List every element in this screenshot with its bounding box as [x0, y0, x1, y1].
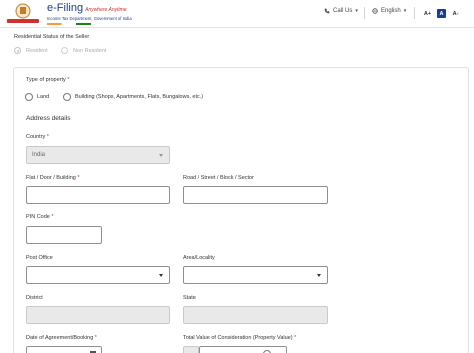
district-input: [26, 306, 170, 324]
area-locality-label: Area/Locality: [183, 255, 215, 261]
resident-radio: [14, 47, 21, 54]
road-input[interactable]: [183, 186, 328, 204]
brand-tagline: Anywhere Anytime: [85, 7, 127, 13]
chevron-down-icon: [317, 274, 321, 277]
chevron-down-icon: [159, 274, 163, 277]
resident-label: Resident: [26, 47, 48, 54]
income-tax-logo[interactable]: [3, 2, 43, 25]
district-label: District: [26, 295, 43, 301]
building-radio[interactable]: [63, 93, 71, 101]
building-label: Building (Shops, Apartments, Flats, Bung…: [75, 94, 204, 100]
non-resident-label: Non Resident: [73, 47, 107, 54]
country-select: India: [26, 146, 170, 164]
building-option[interactable]: Building (Shops, Apartments, Flats, Bung…: [63, 93, 203, 101]
agreement-date-label: Date of Agreement/Booking *: [26, 335, 97, 341]
call-us-label: Call Us: [333, 8, 353, 14]
residential-status-label: Residential Status of the Seller: [14, 34, 90, 40]
post-office-label: Post Office: [26, 255, 53, 261]
brand-dept: Income Tax Department, Government of Ind…: [47, 16, 132, 21]
post-office-select[interactable]: [26, 266, 170, 284]
address-details-heading: Address details: [26, 115, 71, 122]
currency-prefix: [183, 346, 199, 353]
area-locality-select[interactable]: [183, 266, 328, 284]
flat-input[interactable]: [26, 186, 170, 204]
road-label: Road / Street / Block / Sector: [183, 175, 254, 181]
language-label: English: [381, 8, 401, 14]
call-us-link[interactable]: Call Us ▾: [324, 8, 358, 14]
pin-input[interactable]: [26, 226, 102, 244]
chevron-down-icon: [159, 154, 163, 157]
header-divider: [414, 7, 415, 19]
total-value-input[interactable]: [199, 346, 287, 353]
header-divider: [364, 7, 365, 19]
resident-option: Resident: [14, 47, 48, 54]
font-default-button[interactable]: A: [437, 9, 446, 18]
agreement-date-input[interactable]: [26, 346, 102, 353]
land-label: Land: [37, 94, 50, 100]
brand-title: e-Filing Anywhere Anytime: [47, 2, 127, 14]
property-details-card: Type of property * Land Building (Shops,…: [13, 67, 469, 353]
phone-icon: [324, 8, 330, 14]
country-value: India: [32, 152, 46, 158]
globe-icon: [372, 8, 378, 14]
chevron-down-icon: ▾: [355, 8, 358, 14]
font-decrease-button[interactable]: A-: [451, 9, 460, 18]
land-radio[interactable]: [25, 93, 33, 101]
property-type-label: Type of property *: [26, 77, 70, 83]
state-label: State: [183, 295, 196, 301]
brand-block[interactable]: e-Filing Anywhere Anytime Income Tax Depa…: [47, 2, 132, 25]
country-label: Country *: [26, 134, 49, 140]
language-selector[interactable]: English ▾: [372, 8, 406, 14]
land-option[interactable]: Land: [25, 93, 49, 101]
chevron-down-icon: ▾: [403, 8, 407, 14]
non-resident-option: Non Resident: [61, 47, 106, 54]
pin-label: PIN Code *: [26, 214, 54, 220]
top-header: e-Filing Anywhere Anytime Income Tax Depa…: [0, 0, 474, 28]
total-value-label: Total Value of Consideration (Property V…: [183, 335, 297, 341]
non-resident-radio: [61, 47, 68, 54]
flat-label: Flat / Door / Building *: [26, 175, 80, 181]
font-increase-button[interactable]: A+: [423, 9, 432, 18]
tricolor-bar: [47, 23, 91, 25]
state-input: [183, 306, 328, 324]
